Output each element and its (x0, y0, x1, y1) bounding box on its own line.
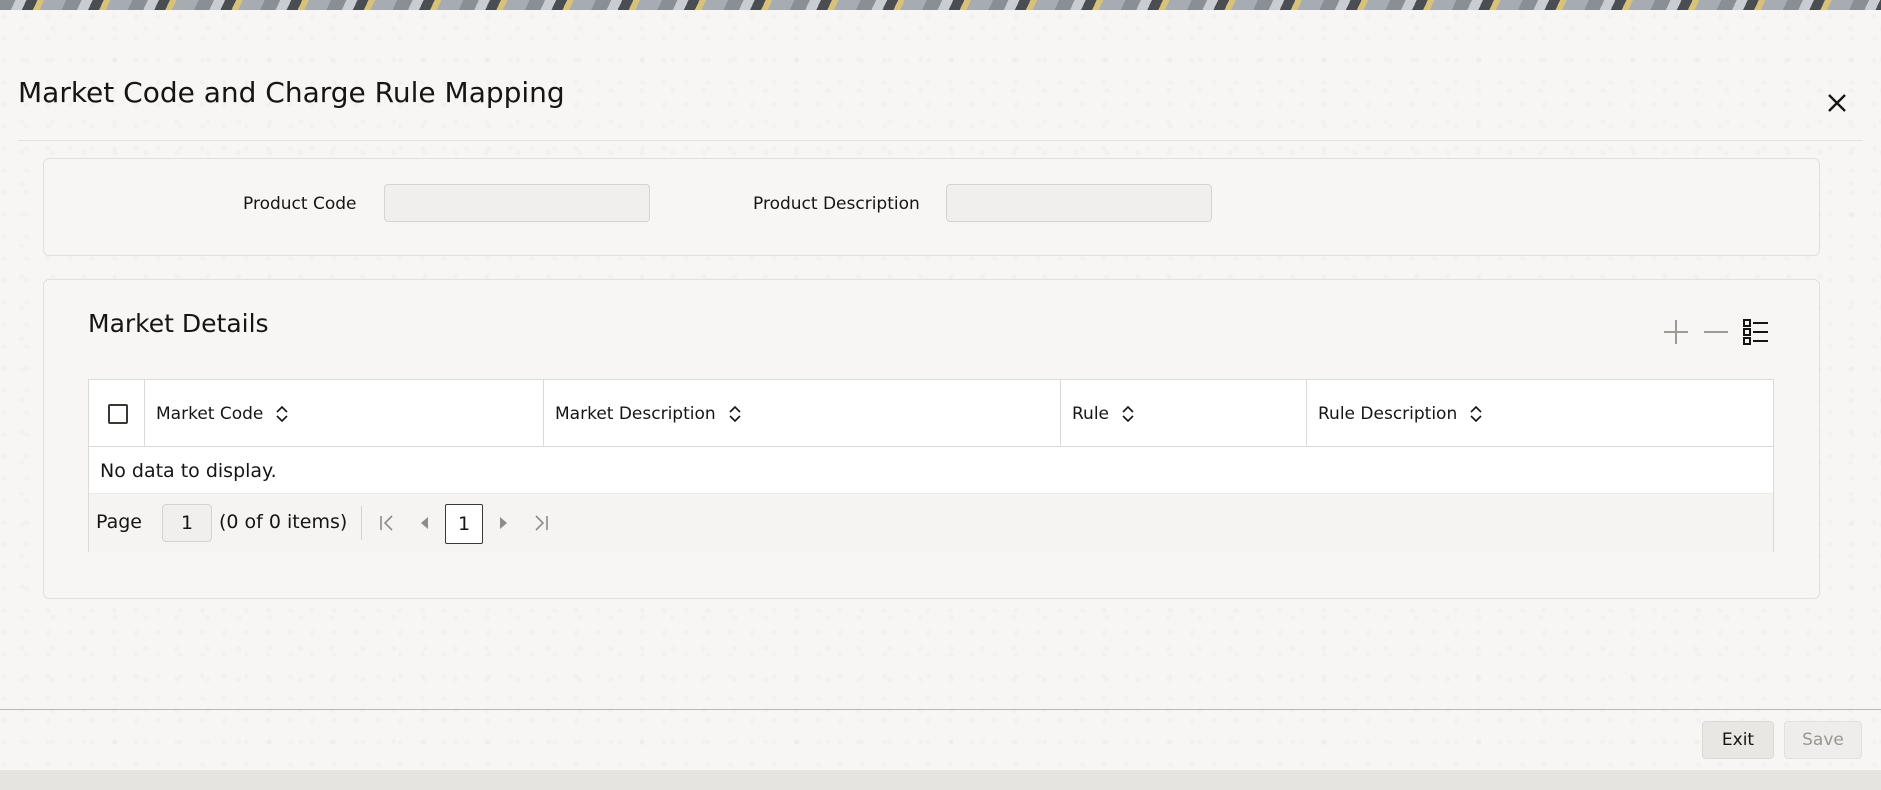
footer-divider (0, 709, 1881, 710)
add-icon (1664, 320, 1688, 344)
exit-button[interactable]: Exit (1702, 721, 1774, 759)
page-title: Market Code and Charge Rule Mapping (18, 76, 565, 109)
column-list-button[interactable] (1740, 316, 1772, 348)
last-page-icon (535, 515, 548, 531)
section-title: Market Details (88, 309, 269, 338)
column-header-market-code[interactable]: Market Code (145, 380, 544, 447)
page-number-input[interactable]: 1 (162, 504, 212, 542)
column-label: Market Code (156, 403, 264, 424)
sort-icon[interactable] (1121, 404, 1135, 424)
empty-message: No data to display. (100, 460, 277, 482)
add-row-button[interactable] (1660, 316, 1692, 348)
current-page-button[interactable]: 1 (445, 504, 483, 544)
next-page-button[interactable] (489, 508, 517, 538)
market-details-table: Market Code Market Description Rule Rule… (88, 379, 1774, 552)
select-all-cell (89, 380, 145, 447)
close-icon (1828, 94, 1846, 112)
page-label: Page (96, 511, 142, 533)
grid-toolbar (1660, 316, 1772, 348)
sort-icon[interactable] (728, 404, 742, 424)
product-description-input[interactable] (946, 184, 1212, 222)
select-all-checkbox[interactable] (108, 404, 128, 424)
column-header-rule[interactable]: Rule (1061, 380, 1307, 447)
status-bar (0, 770, 1881, 790)
sort-icon[interactable] (275, 404, 289, 424)
column-list-icon (1743, 319, 1768, 345)
first-page-icon (380, 515, 393, 531)
save-button[interactable]: Save (1784, 721, 1862, 759)
previous-page-icon (421, 517, 428, 529)
items-count: (0 of 0 items) (219, 511, 348, 533)
remove-icon (1704, 331, 1728, 333)
previous-page-button[interactable] (411, 508, 439, 538)
column-header-rule-description[interactable]: Rule Description (1307, 380, 1773, 447)
column-label: Market Description (555, 403, 716, 424)
column-label: Rule (1072, 403, 1110, 424)
product-code-label: Product Code (243, 194, 357, 214)
product-description-label: Product Description (753, 194, 920, 214)
table-header: Market Code Market Description Rule Rule… (89, 380, 1773, 447)
header-banner (0, 0, 1881, 10)
close-button[interactable] (1820, 86, 1854, 120)
sort-icon[interactable] (1469, 404, 1483, 424)
column-label: Rule Description (1318, 403, 1458, 424)
pager-divider (361, 506, 362, 540)
column-header-market-description[interactable]: Market Description (544, 380, 1061, 447)
next-page-icon (500, 517, 507, 529)
remove-row-button[interactable] (1700, 316, 1732, 348)
title-divider (18, 140, 1863, 141)
product-code-input[interactable] (384, 184, 650, 222)
first-page-button[interactable] (373, 508, 401, 538)
pagination-bar: Page 1 (0 of 0 items) 1 (89, 493, 1773, 552)
last-page-button[interactable] (527, 508, 555, 538)
